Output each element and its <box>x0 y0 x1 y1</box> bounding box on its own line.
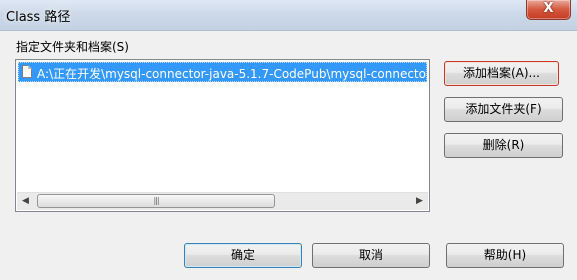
ok-button[interactable]: 确定 <box>184 243 302 268</box>
scroll-right-arrow-icon[interactable]: ▶ <box>411 193 428 210</box>
help-button[interactable]: 帮助(H) <box>446 243 564 268</box>
horizontal-scrollbar[interactable]: ◀ ||| ▶ <box>17 192 428 210</box>
title-bar[interactable]: Class 路径 X <box>0 0 577 31</box>
scrollbar-thumb[interactable]: ||| <box>37 194 275 208</box>
list-item-path: A:\正在开发\mysql-connector-java-5.1.7-CodeP… <box>37 67 426 81</box>
document-icon <box>22 65 32 78</box>
classpath-list[interactable]: A:\正在开发\mysql-connector-java-5.1.7-CodeP… <box>15 59 430 212</box>
window-title: Class 路径 <box>6 10 71 25</box>
close-button[interactable]: X <box>526 0 571 20</box>
close-icon: X <box>543 1 554 16</box>
scroll-left-arrow-icon[interactable]: ◀ <box>17 193 34 210</box>
scrollbar-grip-icon: ||| <box>153 196 159 205</box>
cancel-button[interactable]: 取消 <box>312 243 430 268</box>
add-folder-button[interactable]: 添加文件夹(F) <box>444 97 563 122</box>
folders-and-archives-label: 指定文件夹和档案(S) <box>16 40 129 54</box>
list-item[interactable]: A:\正在开发\mysql-connector-java-5.1.7-CodeP… <box>18 62 427 82</box>
add-archive-button[interactable]: 添加档案(A)... <box>444 61 559 86</box>
delete-button[interactable]: 删除(R) <box>444 133 563 158</box>
